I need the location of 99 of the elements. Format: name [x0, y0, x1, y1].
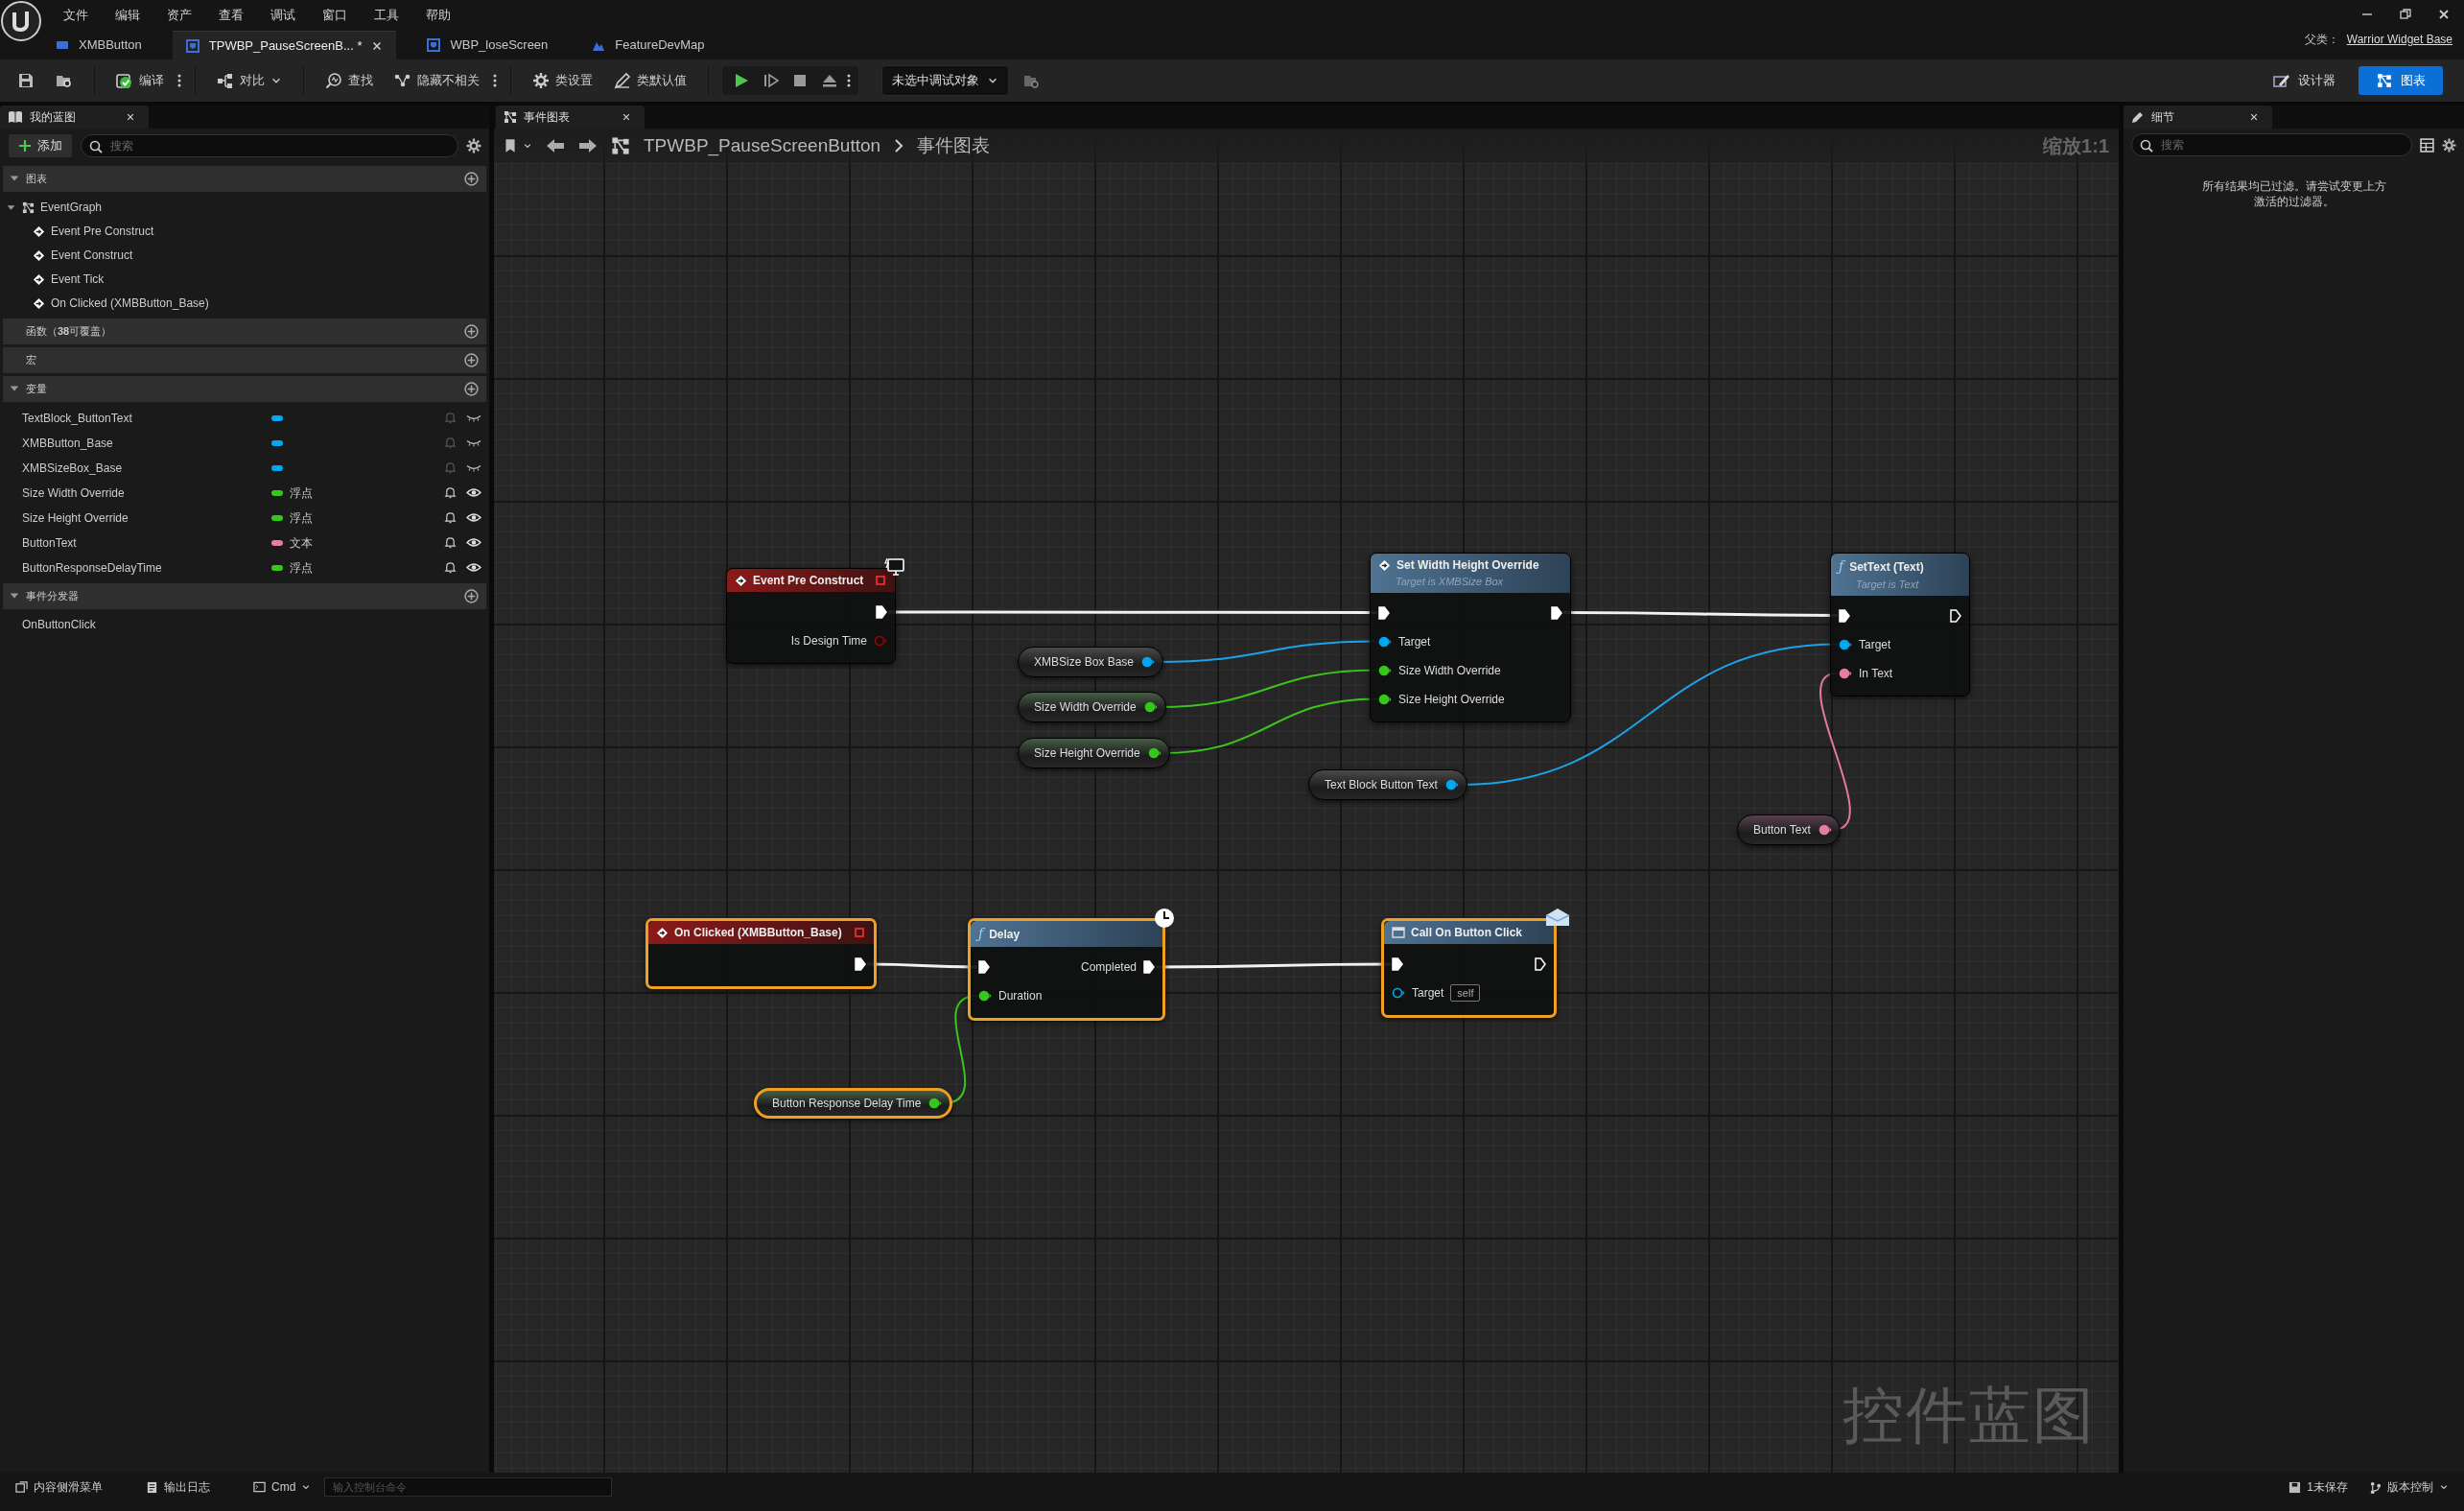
- toolbar-button[interactable]: 类设置: [525, 67, 600, 94]
- pin-label: Size Width Override: [1398, 662, 1501, 679]
- section-header[interactable]: 图表: [3, 165, 486, 192]
- pin-label: Target: [1412, 985, 1444, 1002]
- node-title: Delay: [989, 926, 1021, 943]
- variable-type: 浮点: [290, 484, 313, 502]
- menu-item[interactable]: 文件: [63, 6, 88, 25]
- breadcrumb-item[interactable]: TPWBP_PauseScreenButton: [644, 131, 881, 160]
- document-tab[interactable]: XMBButton: [42, 31, 155, 59]
- tree-item[interactable]: Event Construct: [51, 247, 133, 264]
- pin-label: In Text: [1859, 665, 1893, 682]
- breadcrumb-item[interactable]: 事件图表: [917, 131, 991, 160]
- variable-node[interactable]: Button Text: [1737, 815, 1841, 845]
- variable-node[interactable]: Size Height Override: [1018, 738, 1170, 768]
- node-title: On Clicked (XMBButton_Base): [674, 925, 842, 941]
- blueprint-node[interactable]: ƒ Delay Completed Duration: [968, 918, 1165, 1021]
- toolbar-button[interactable]: 类默认值: [606, 67, 694, 94]
- panel-tab[interactable]: 事件图表: [496, 106, 645, 129]
- variable-name[interactable]: ButtonResponseDelayTime: [22, 558, 271, 577]
- variable-type: 文本: [290, 534, 313, 552]
- search-field[interactable]: 搜索: [2131, 133, 2412, 156]
- variable-node[interactable]: Text Block Button Text: [1308, 769, 1467, 800]
- variable-node[interactable]: Size Width Override: [1018, 692, 1166, 722]
- document-tab[interactable]: WBP_loseScreen: [413, 31, 562, 59]
- parent-class-label: 父类：: [2304, 32, 2339, 48]
- panel-title: 我的蓝图: [29, 109, 76, 126]
- cmd-dropdown[interactable]: Cmd: [246, 1476, 319, 1498]
- node-title: SetText (Text): [1849, 558, 1924, 576]
- variable-name[interactable]: Size Width Override: [22, 484, 271, 502]
- pin-label: Duration: [998, 988, 1043, 1004]
- toolbar-button[interactable]: 查找: [317, 67, 381, 94]
- node-title: Set Width Height Override: [1396, 557, 1539, 574]
- node-subtitle: Target is XMBSize Box: [1395, 575, 1505, 589]
- debug-object-dropdown[interactable]: 未选中调试对象: [881, 65, 1009, 96]
- menu-item[interactable]: 调试: [270, 6, 295, 25]
- variable-name[interactable]: Size Height Override: [22, 508, 271, 527]
- panel-tab[interactable]: 细节: [2124, 106, 2272, 129]
- status-button[interactable]: 1未保存: [2281, 1476, 2356, 1498]
- pin-label: Is Design Time: [790, 633, 867, 649]
- pin-label: Size Height Override: [1398, 691, 1505, 708]
- search-field[interactable]: 搜索: [81, 133, 458, 157]
- status-button[interactable]: 内容侧滑菜单: [8, 1476, 110, 1498]
- node-subtitle: Target is Text: [1855, 578, 1920, 592]
- menu-item[interactable]: 资产: [167, 6, 192, 25]
- tree-item[interactable]: On Clicked (XMBButton_Base): [51, 295, 209, 312]
- variable-name[interactable]: XMBSizeBox_Base: [22, 459, 271, 477]
- status-button[interactable]: 输出日志: [138, 1476, 218, 1498]
- pin-value-field[interactable]: self: [1450, 983, 1481, 1003]
- filter-message: 所有结果均已过滤。请尝试变更上方激活的过滤器。: [2200, 178, 2387, 211]
- node-title: Call On Button Click: [1411, 925, 1522, 941]
- mode-button[interactable]: 图表: [2358, 66, 2443, 95]
- toolbar-button[interactable]: 隐藏不相关: [387, 67, 487, 94]
- pin-label: Completed: [1080, 959, 1137, 976]
- variable-type: 浮点: [290, 509, 313, 527]
- toolbar-button[interactable]: 编译: [108, 67, 172, 94]
- blueprint-node[interactable]: Event Pre Construct Is Design Time: [726, 568, 896, 664]
- status-button[interactable]: 版本控制: [2361, 1476, 2456, 1498]
- add-button[interactable]: 添加: [8, 133, 73, 158]
- section-header[interactable]: 宏: [3, 346, 486, 373]
- menu-item[interactable]: 帮助: [426, 6, 451, 25]
- tree-item[interactable]: Event Pre Construct: [51, 223, 154, 240]
- toolbar-button[interactable]: 对比: [209, 67, 290, 94]
- pin-label: Target: [1859, 636, 1891, 653]
- mode-button[interactable]: 设计器: [2256, 66, 2353, 95]
- variable-name[interactable]: ButtonText: [22, 533, 271, 552]
- panel-title: 事件图表: [523, 109, 570, 126]
- section-header[interactable]: 函数（38可覆盖）: [3, 318, 486, 344]
- document-tab[interactable]: FeatureDevMap: [578, 31, 718, 59]
- menu-item[interactable]: 窗口: [322, 6, 347, 25]
- blueprint-node[interactable]: ƒ SetText (Text) Target is Text Target In Text: [1830, 553, 1970, 696]
- variable-type: 浮点: [290, 559, 313, 577]
- variable-node[interactable]: XMBSize Box Base: [1018, 647, 1164, 677]
- section-label: 图表: [26, 171, 47, 186]
- blueprint-node[interactable]: Set Width Height Override Target is XMBSize Box Target Size Width Override Size Height Override: [1370, 553, 1571, 722]
- section-label: 变量: [26, 381, 47, 396]
- section-header[interactable]: 事件分发器: [3, 582, 486, 609]
- console-input[interactable]: 输入控制台命令: [324, 1476, 613, 1498]
- tree-item[interactable]: EventGraph: [40, 199, 103, 216]
- section-header[interactable]: 变量: [3, 375, 486, 402]
- tree-item[interactable]: Event Tick: [51, 271, 105, 288]
- section-label: 宏: [26, 352, 36, 367]
- section-label: 事件分发器: [26, 588, 79, 603]
- panel-title: 细节: [2150, 109, 2174, 126]
- variable-node[interactable]: Button Response Delay Time: [754, 1088, 953, 1119]
- menu-item[interactable]: 编辑: [115, 6, 140, 25]
- panel-tab[interactable]: 我的蓝图: [0, 106, 149, 129]
- section-label: 函数（38可覆盖）: [26, 323, 112, 339]
- menu-item[interactable]: 查看: [219, 6, 244, 25]
- tree-item[interactable]: OnButtonClick: [22, 616, 96, 633]
- blueprint-node[interactable]: Call On Button Click Target self: [1381, 918, 1557, 1018]
- document-tab[interactable]: TPWBP_PauseScreenB... *: [172, 31, 397, 59]
- variable-name[interactable]: XMBButton_Base: [22, 434, 271, 452]
- menu-item[interactable]: 工具: [374, 6, 399, 25]
- zoom-label: 缩放1:1: [2043, 134, 2109, 158]
- pin-label: Target: [1398, 633, 1431, 650]
- parent-class-link[interactable]: Warrior Widget Base: [2346, 31, 2452, 48]
- node-title: Event Pre Construct: [753, 573, 864, 589]
- blueprint-node[interactable]: On Clicked (XMBButton_Base): [645, 918, 877, 989]
- variable-name[interactable]: TextBlock_ButtonText: [22, 409, 271, 427]
